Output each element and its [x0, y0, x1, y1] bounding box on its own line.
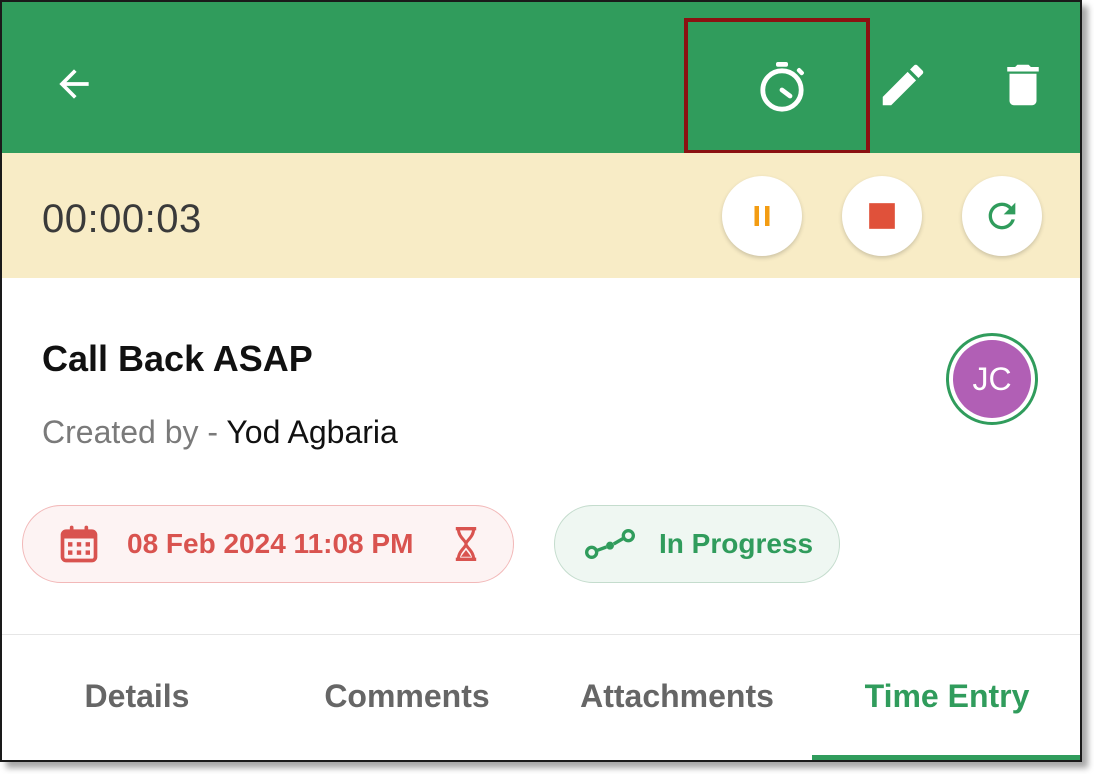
task-detail-screen: 00:00:03 Call Back ASAP Created by - Yod… [0, 0, 1082, 762]
timer-bar: 00:00:03 [2, 153, 1080, 278]
status-chip[interactable]: In Progress [554, 505, 840, 583]
assignee-avatar[interactable]: JC [946, 333, 1038, 425]
restart-icon [988, 202, 1016, 230]
tabs-divider [2, 634, 1080, 635]
app-bar [2, 2, 1080, 153]
delete-button[interactable] [988, 50, 1058, 120]
progress-path-icon [585, 529, 635, 559]
pause-icon [754, 206, 770, 226]
tab-comments[interactable]: Comments [272, 678, 542, 715]
elapsed-time: 00:00:03 [42, 197, 202, 241]
pause-button[interactable] [722, 176, 802, 256]
stop-icon [869, 203, 895, 229]
due-date-text: 08 Feb 2024 11:08 PM [127, 528, 414, 559]
arrow-left-icon [59, 69, 89, 99]
back-button[interactable] [42, 52, 106, 116]
trash-icon [1007, 64, 1039, 106]
calendar-icon [60, 525, 98, 563]
timer-highlight-box [684, 18, 870, 154]
active-tab-indicator [812, 755, 1080, 760]
avatar-initials: JC [953, 340, 1031, 418]
edit-button[interactable] [868, 50, 938, 120]
stop-button[interactable] [842, 176, 922, 256]
created-by-name: Yod Agbaria [226, 414, 398, 450]
pencil-icon [882, 64, 924, 106]
due-date-chip[interactable]: 08 Feb 2024 11:08 PM [22, 505, 514, 583]
restart-button[interactable] [962, 176, 1042, 256]
tab-attachments[interactable]: Attachments [542, 678, 812, 715]
created-by-line: Created by - Yod Agbaria [42, 414, 398, 451]
tab-time-entry[interactable]: Time Entry [812, 678, 1080, 715]
tab-details[interactable]: Details [2, 678, 272, 715]
hourglass-icon [455, 527, 477, 561]
task-title: Call Back ASAP [42, 338, 313, 379]
created-by-label: Created by - [42, 414, 227, 450]
status-text: In Progress [659, 528, 814, 559]
